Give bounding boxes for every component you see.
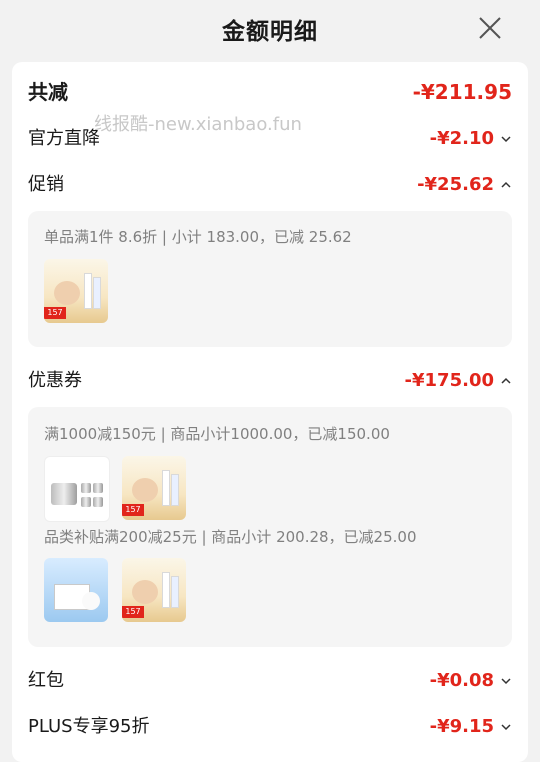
promotion-rule: 单品满1件 8.6折 | 小计 183.00，已减 25.62	[44, 228, 352, 246]
chevron-down-icon[interactable]	[500, 721, 512, 733]
plus-label: PLUS专享95折	[28, 716, 150, 737]
detail-card: 共减 -¥211.95 线报酷-new.xianbao.fun 官方直降 -¥2…	[12, 62, 528, 762]
close-icon[interactable]	[476, 14, 504, 42]
red-packet-amount: -¥0.08	[429, 670, 494, 691]
price-badge: 157	[44, 307, 66, 319]
chevron-up-icon[interactable]	[500, 179, 512, 191]
chevron-down-icon[interactable]	[500, 133, 512, 145]
red-packet-row[interactable]: 红包 -¥0.08	[28, 667, 512, 695]
promotion-row[interactable]: 促销 -¥25.62	[28, 171, 512, 199]
total-amount: -¥211.95	[412, 80, 512, 104]
product-thumbnail[interactable]: 157	[122, 456, 186, 520]
official-discount-amount: -¥2.10	[429, 128, 494, 149]
price-badge: 157	[122, 606, 144, 618]
promotion-amount: -¥25.62	[417, 174, 494, 195]
product-thumbnail[interactable]: 157	[44, 259, 108, 323]
promotion-label: 促销	[28, 174, 64, 195]
plus-amount: -¥9.15	[429, 716, 494, 737]
price-badge: 157	[122, 504, 144, 516]
coupon-rule: 品类补贴满200减25元 | 商品小计 200.28，已减25.00	[44, 528, 417, 546]
product-thumbnail[interactable]	[44, 456, 110, 522]
coupon-amount: -¥175.00	[404, 370, 494, 391]
total-label: 共减	[28, 80, 68, 104]
official-discount-label: 官方直降	[28, 128, 100, 149]
coupon-row[interactable]: 优惠券 -¥175.00	[28, 367, 512, 395]
official-discount-row[interactable]: 官方直降 -¥2.10	[28, 125, 512, 153]
coupon-label: 优惠券	[28, 370, 82, 391]
page-title: 金额明细	[222, 19, 318, 45]
promotion-panel: 单品满1件 8.6折 | 小计 183.00，已减 25.62 157	[28, 211, 512, 347]
chevron-up-icon[interactable]	[500, 375, 512, 387]
plus-row[interactable]: PLUS专享95折 -¥9.15	[28, 713, 512, 741]
coupon-panel: 满1000减150元 | 商品小计1000.00，已减150.00 157 品类…	[28, 407, 512, 647]
chevron-down-icon[interactable]	[500, 675, 512, 687]
product-thumbnail[interactable]: 157	[122, 558, 186, 622]
product-thumbnail[interactable]	[44, 558, 108, 622]
header: 金额明细	[0, 0, 540, 60]
coupon-rule: 满1000减150元 | 商品小计1000.00，已减150.00	[44, 425, 390, 443]
red-packet-label: 红包	[28, 670, 64, 691]
total-row: 共减 -¥211.95	[28, 78, 512, 106]
